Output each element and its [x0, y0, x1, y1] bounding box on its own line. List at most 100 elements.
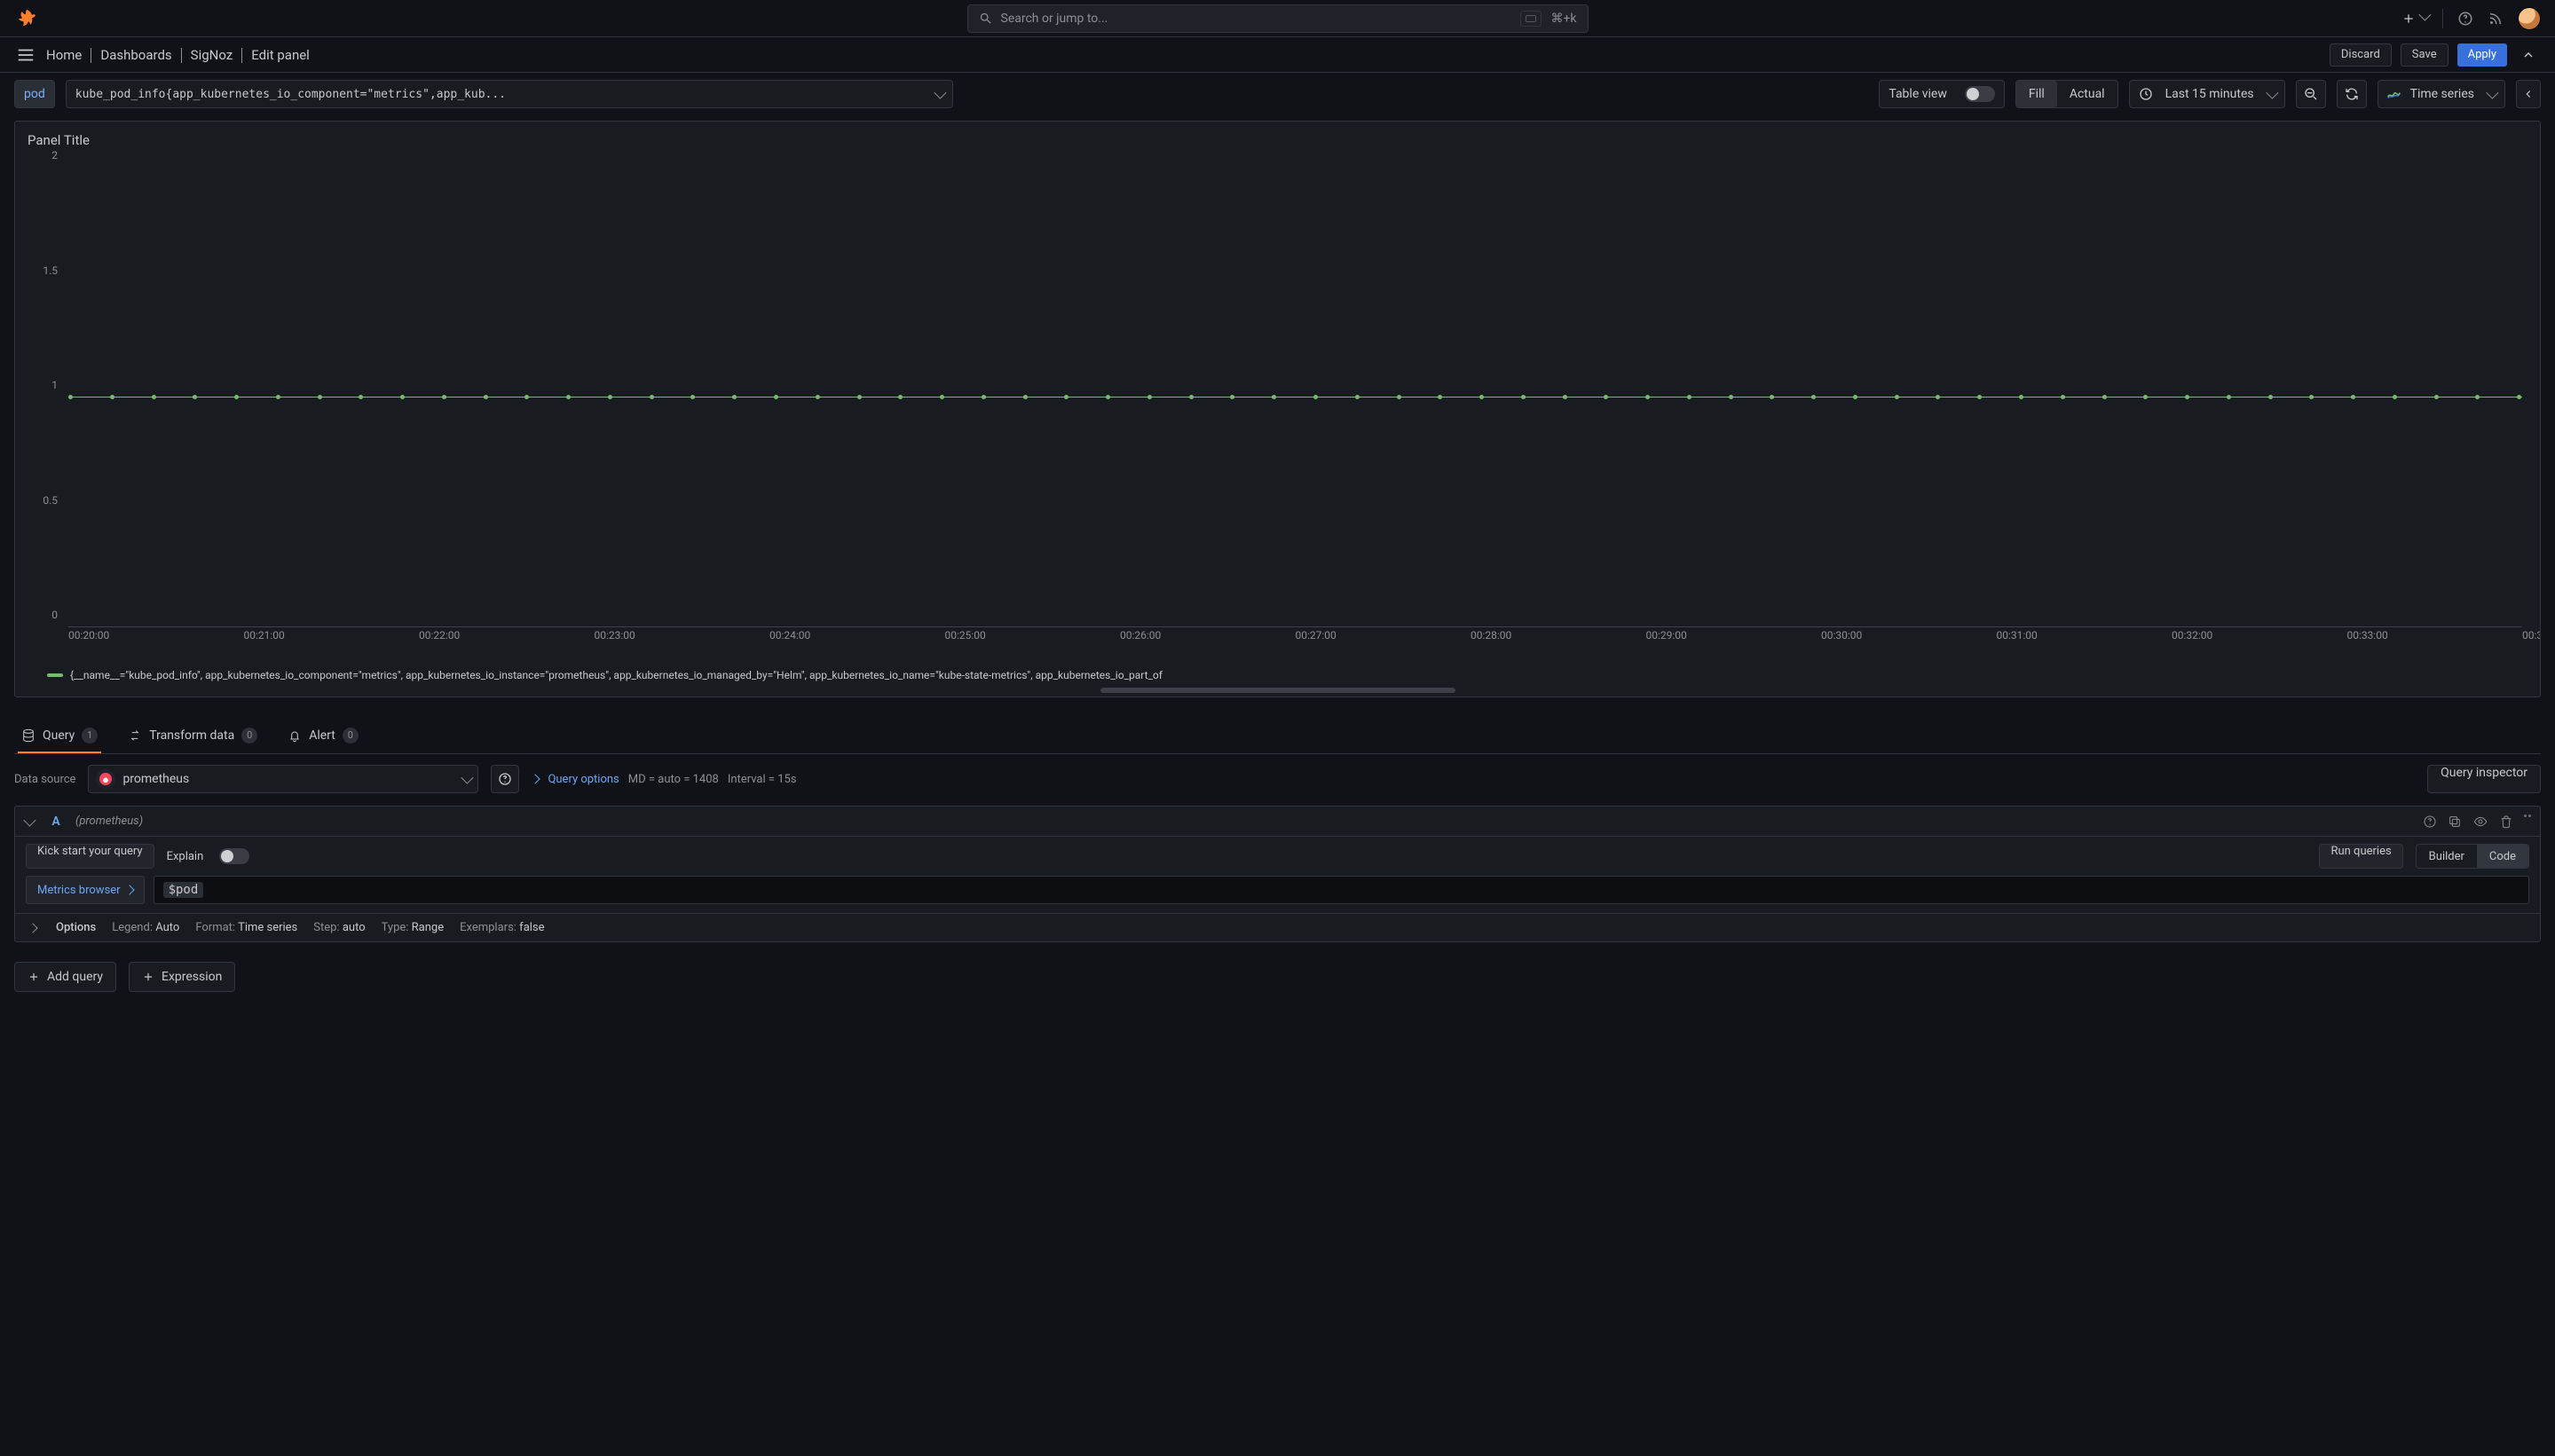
tab-alert-badge: 0 — [343, 728, 359, 744]
fill-option[interactable]: Fill — [2016, 81, 2057, 107]
template-var-value-picker[interactable]: kube_pod_info{app_kubernetes_io_componen… — [66, 80, 953, 108]
builder-code-switch[interactable]: Builder Code — [2416, 844, 2529, 869]
option-format: Format: Time series — [195, 921, 297, 934]
chevron-right-icon — [531, 774, 540, 783]
tab-query[interactable]: Query 1 — [18, 719, 101, 753]
chevron-right-icon — [241, 48, 242, 62]
chevron-right-icon — [181, 48, 182, 62]
collapse-options-button[interactable] — [2516, 48, 2541, 62]
toggle-off-icon — [219, 848, 249, 864]
add-query-button[interactable]: Add query — [14, 962, 116, 992]
tab-transform[interactable]: Transform data 0 — [124, 719, 261, 753]
breadcrumb-current: Edit panel — [251, 47, 310, 63]
query-ref-id[interactable]: A — [45, 812, 67, 831]
data-source-picker[interactable]: prometheus — [88, 765, 478, 793]
chevron-down-icon — [461, 772, 474, 784]
save-button[interactable]: Save — [2401, 43, 2449, 67]
timeseries-icon — [2387, 88, 2403, 100]
query-help-button[interactable] — [2423, 815, 2437, 829]
option-exemplars: Exemplars: false — [460, 921, 544, 934]
help-icon[interactable] — [2457, 11, 2473, 27]
query-options-interval: Interval = 15s — [728, 773, 797, 786]
add-expression-button[interactable]: Expression — [129, 962, 235, 992]
option-type: Type: Range — [382, 921, 445, 934]
options-expand-button[interactable] — [26, 925, 40, 932]
apply-button[interactable]: Apply — [2457, 43, 2507, 67]
actual-option[interactable]: Actual — [2057, 81, 2117, 107]
promql-token: $pod — [163, 882, 204, 898]
toggle-query-visibility-button[interactable] — [2472, 815, 2488, 829]
kbd-icon — [1520, 11, 1542, 27]
add-menu[interactable] — [2401, 12, 2428, 26]
kick-start-query-button[interactable]: Kick start your query — [26, 844, 154, 869]
data-source-help-button[interactable] — [491, 765, 519, 793]
template-var-value: kube_pod_info{app_kubernetes_io_componen… — [75, 88, 927, 101]
option-legend: Legend: Auto — [112, 921, 179, 934]
visualization-picker[interactable]: Time series — [2378, 80, 2505, 108]
plot-area — [68, 168, 2522, 627]
delete-query-button[interactable] — [2499, 815, 2513, 829]
table-view-label: Table view — [1889, 87, 1947, 101]
side-pane-toggle[interactable] — [2516, 80, 2541, 108]
plus-icon — [142, 971, 154, 983]
zoom-out-button[interactable] — [2296, 80, 2326, 108]
tab-query-label: Query — [43, 728, 75, 743]
code-mode-option[interactable]: Code — [2477, 845, 2528, 868]
panel-title[interactable]: Panel Title — [15, 122, 2540, 159]
chevron-down-icon — [934, 87, 946, 99]
template-var-name[interactable]: pod — [14, 80, 55, 108]
database-icon — [21, 728, 35, 743]
query-options-toggle[interactable]: Query options — [548, 773, 619, 786]
time-range-label: Last 15 minutes — [2165, 87, 2254, 101]
chart-legend[interactable]: {__name__="kube_pod_info", app_kubernete… — [15, 663, 2540, 688]
bell-icon — [288, 728, 302, 743]
query-row: A (prometheus) Kick start your query Exp… — [14, 806, 2541, 942]
run-queries-button[interactable]: Run queries — [2319, 844, 2402, 869]
news-icon[interactable] — [2488, 11, 2504, 27]
refresh-button[interactable] — [2337, 80, 2367, 108]
user-avatar[interactable] — [2518, 7, 2541, 30]
fill-actual-switch[interactable]: Fill Actual — [2015, 80, 2118, 108]
query-datasource-label: (prometheus) — [75, 815, 143, 828]
metrics-browser-button[interactable]: Metrics browser — [26, 876, 145, 904]
search-placeholder: Search or jump to... — [1001, 12, 1108, 26]
x-axis: 00:20:0000:21:0000:22:0000:23:0000:24:00… — [68, 629, 2522, 647]
grafana-logo[interactable] — [14, 6, 39, 31]
discard-button[interactable]: Discard — [2330, 43, 2392, 67]
data-source-label: Data source — [14, 773, 75, 786]
chevron-down-icon — [2266, 87, 2278, 99]
time-range-picker[interactable]: Last 15 minutes — [2129, 80, 2285, 108]
duplicate-query-button[interactable] — [2448, 815, 2462, 829]
collapse-query-button[interactable] — [20, 817, 36, 826]
legend-scrollbar[interactable] — [15, 688, 2540, 697]
prometheus-icon — [96, 769, 115, 789]
tab-transform-badge: 0 — [241, 728, 257, 744]
chart[interactable]: 00.511.52 00:20:0000:21:0000:22:0000:23:… — [15, 159, 2540, 663]
explain-toggle[interactable]: Explain — [167, 848, 250, 864]
promql-input[interactable]: $pod — [154, 876, 2529, 904]
transform-icon — [128, 728, 142, 743]
data-source-name: prometheus — [122, 772, 189, 786]
toggle-off-icon — [1965, 86, 1995, 102]
chevron-down-icon — [2486, 87, 2498, 99]
drag-handle[interactable] — [2524, 815, 2531, 829]
global-search[interactable]: Search or jump to... ⌘+k — [967, 4, 1589, 33]
search-icon — [979, 12, 992, 25]
y-axis: 00.511.52 — [15, 168, 63, 627]
breadcrumb-dashboards[interactable]: Dashboards — [100, 47, 171, 63]
menu-toggle[interactable] — [14, 43, 37, 67]
legend-text: {__name__="kube_pod_info", app_kubernete… — [70, 669, 1163, 681]
legend-color-swatch — [47, 673, 63, 677]
query-inspector-button[interactable]: Query inspector — [2427, 765, 2541, 793]
tab-alert[interactable]: Alert 0 — [284, 719, 362, 753]
breadcrumb-dashboard[interactable]: SigNoz — [191, 47, 233, 63]
table-view-toggle[interactable]: Table view — [1879, 80, 2005, 108]
breadcrumb-home[interactable]: Home — [46, 47, 82, 63]
builder-mode-option[interactable]: Builder — [2417, 845, 2477, 868]
plus-icon — [28, 971, 40, 983]
explain-label: Explain — [167, 850, 204, 863]
clock-icon — [2139, 87, 2153, 101]
visualization-label: Time series — [2410, 87, 2474, 101]
panel: Panel Title 00.511.52 00:20:0000:21:0000… — [14, 121, 2541, 697]
option-step: Step: auto — [313, 921, 365, 934]
